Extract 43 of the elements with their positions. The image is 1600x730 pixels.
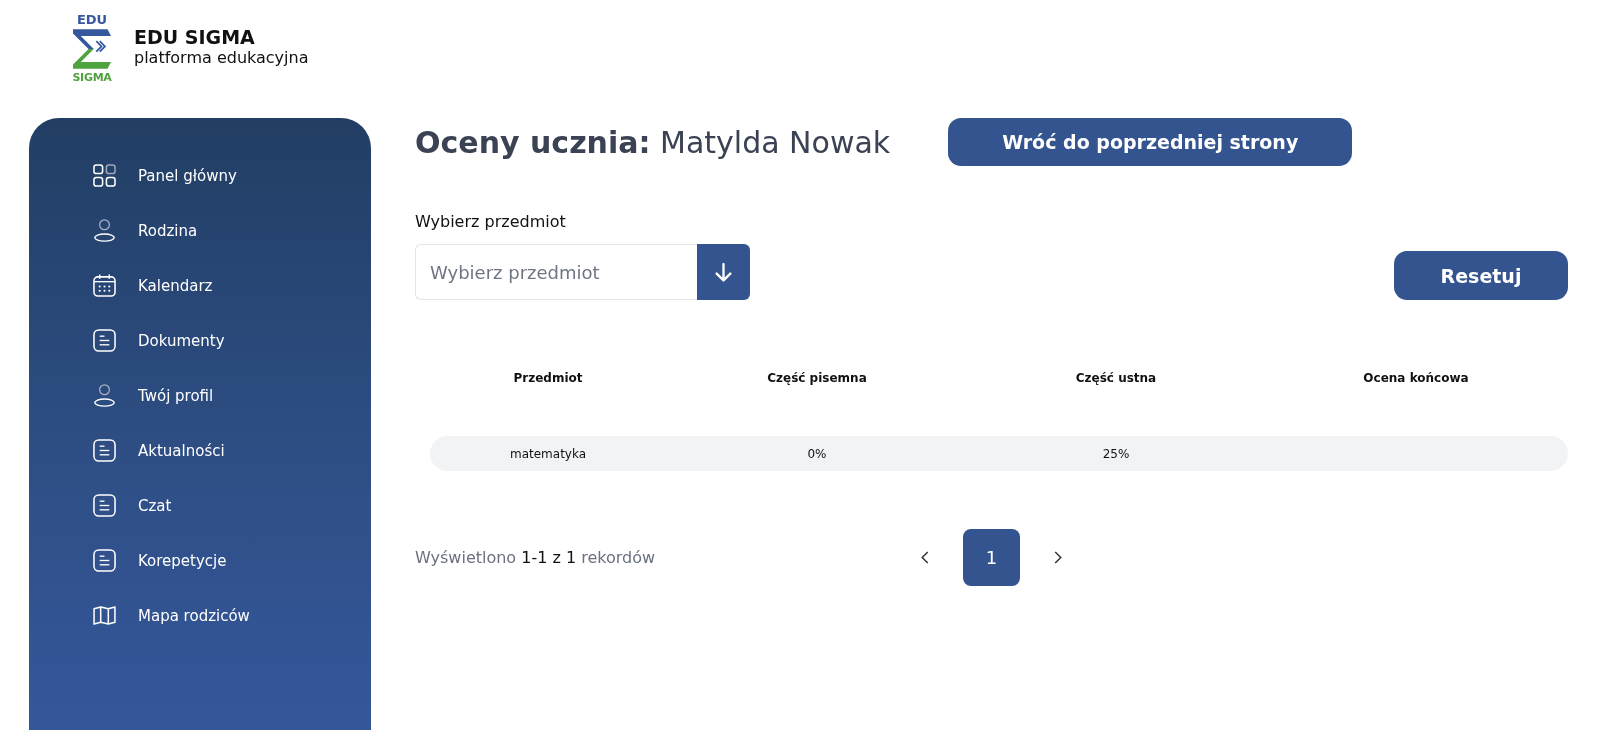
field-label: Wybierz przedmiot [415,212,567,232]
column-header: Przedmiot [512,371,584,385]
sidebar-item[interactable]: Korepetycje [29,533,371,588]
chevron-left-icon [921,551,929,564]
sidebar-item[interactable]: Panel główny [29,148,371,203]
sidebar-item[interactable]: Kalendarz [29,258,371,313]
person-icon [93,219,116,242]
subject-select-field[interactable]: Wybierz przedmiot [415,244,697,300]
sidebar-item[interactable]: Aktualności [29,423,371,478]
logo-text: SIGMA [72,71,112,84]
calendar-icon [93,274,116,297]
logo-text: EDU [76,12,108,27]
page-title: Oceny ucznia: Matylda Nowak [415,124,891,160]
column-header: Część ustna [1074,371,1158,385]
document-icon [93,549,116,572]
column-header: Część pisemna [766,371,868,385]
sidebar-item[interactable]: Rodzina [29,203,371,258]
brand-title: EDU SIGMA [134,26,256,48]
table-cell-text: matematyka [508,446,588,461]
document-icon [93,439,116,462]
sidebar-item[interactable]: Dokumenty [29,313,371,368]
records-summary: Wyświetlono 1-1 z 1 rekordów [415,548,657,567]
next-page-button[interactable] [1054,551,1062,564]
sidebar-item[interactable]: Twój profil [29,368,371,423]
sidebar-item[interactable]: Mapa rodziców [29,588,371,643]
column-header: Ocena końcowa [1362,371,1470,385]
document-icon [93,329,116,352]
sidebar-item[interactable]: Czat [29,478,371,533]
page-button[interactable]: 1 [963,529,1020,586]
back-button[interactable]: Wróć do poprzedniej strony [948,118,1353,166]
chevron-right-icon [1054,551,1062,564]
map-icon [93,606,116,625]
grid-icon [93,164,116,187]
sigma-logo-icon [73,29,111,69]
dropdown-button[interactable] [697,244,750,300]
previous-page-button[interactable] [921,551,929,564]
arrow-down-icon [715,262,732,282]
table-cell-text: 25% [1101,446,1131,461]
reset-button[interactable]: Resetuj [1394,251,1568,300]
document-icon [93,494,116,517]
table-cell-text: 0% [806,446,828,461]
brand-subtitle: platforma edukacyjna [134,48,309,68]
person-icon [93,384,116,407]
